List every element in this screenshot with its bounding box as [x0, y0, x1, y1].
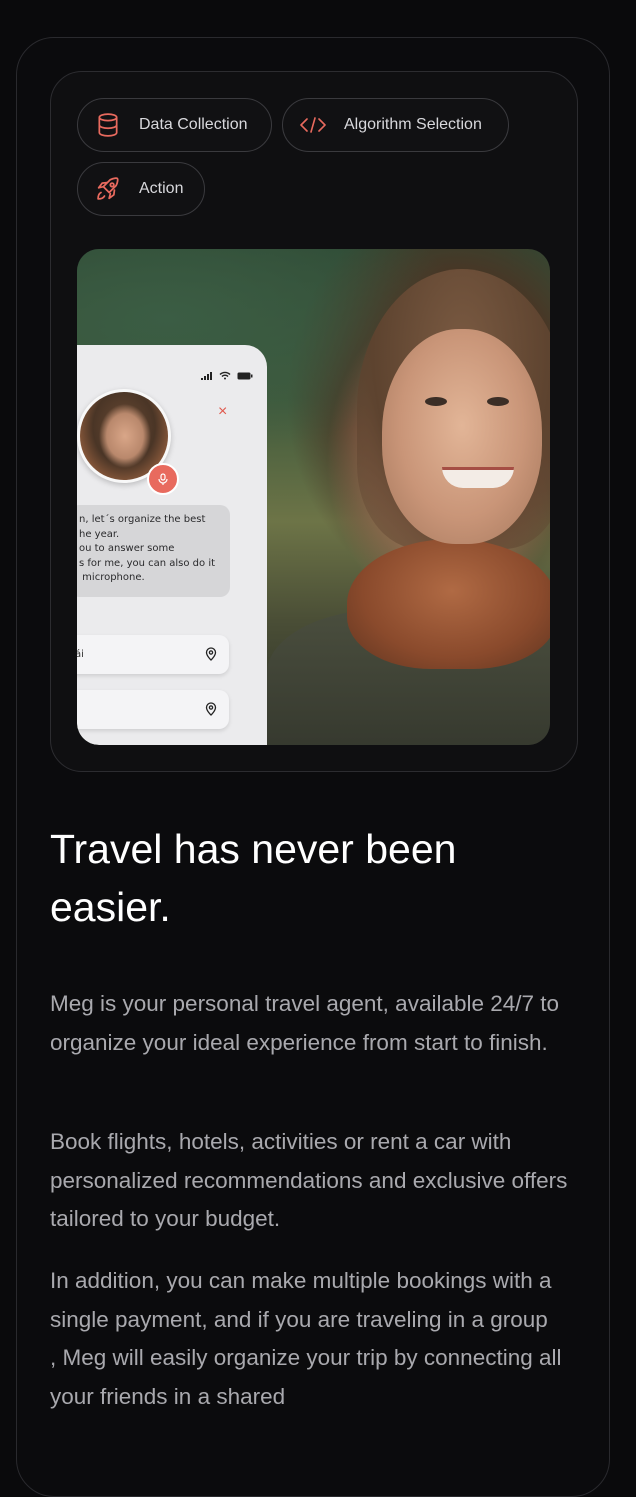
description-paragraph: In addition, you can make multiple booki… [50, 1268, 562, 1409]
microphone-icon [158, 473, 168, 485]
description-paragraph: Book flights, hotels, activities or rent… [50, 1129, 568, 1231]
rocket-icon [94, 175, 122, 203]
traveler-photo: × n, let´s organize the best he year. ou… [77, 249, 550, 745]
chip-label: Data Collection [139, 116, 248, 133]
app-mockup: × n, let´s organize the best he year. ou… [77, 345, 267, 745]
microphone-button[interactable] [147, 463, 179, 495]
location-pin-icon [205, 647, 217, 661]
chip-label: Action [139, 180, 184, 197]
origin-field-value: ái [77, 649, 84, 660]
database-icon [94, 111, 122, 139]
chip-label: Algorithm Selection [344, 116, 482, 133]
chip-data-collection[interactable]: Data Collection [77, 98, 272, 152]
destination-field[interactable] [77, 690, 229, 729]
wifi-icon [219, 371, 231, 380]
close-icon[interactable]: × [218, 403, 227, 421]
chip-action[interactable]: Action [77, 162, 205, 216]
description-paragraph: Meg is your personal travel agent, avail… [50, 991, 560, 1055]
status-bar [201, 371, 253, 380]
code-icon [299, 111, 327, 139]
chip-algorithm-selection[interactable]: Algorithm Selection [282, 98, 509, 152]
page-title: Travel has never been easier. [50, 826, 457, 930]
location-pin-icon [205, 702, 217, 716]
assistant-message: n, let´s organize the best he year. ou t… [77, 505, 230, 597]
origin-field[interactable]: ái [77, 635, 229, 674]
signal-icon [201, 371, 212, 380]
battery-icon [237, 372, 253, 379]
